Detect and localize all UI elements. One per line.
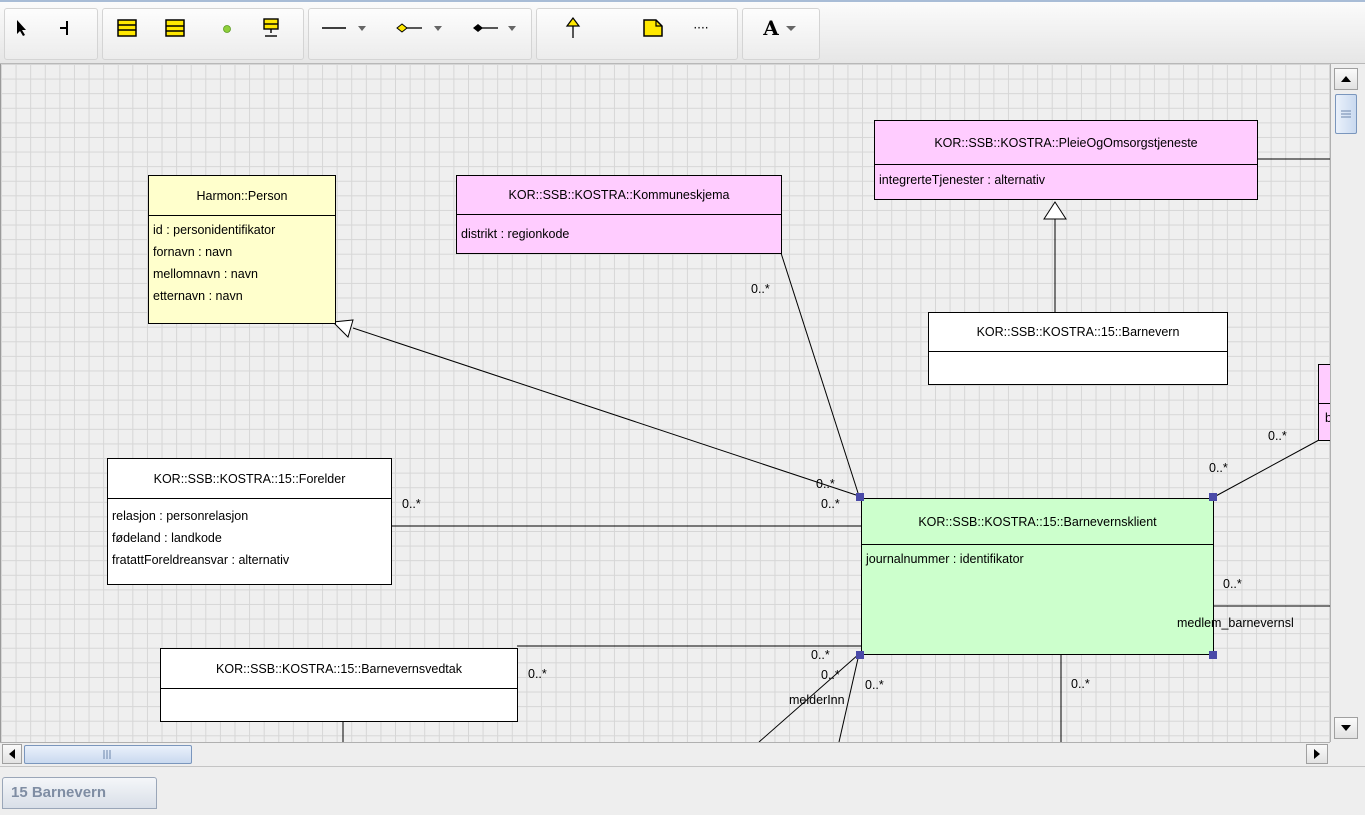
attribute: fratattForeldreansvar : alternativ — [112, 553, 290, 567]
class-title: KOR::SSB::KOSTRA::15::Barnevernsklient — [862, 499, 1213, 545]
arrow-left-icon — [9, 749, 15, 759]
arrow-down-icon — [1341, 725, 1351, 731]
selection-handle[interactable] — [1209, 651, 1217, 659]
multiplicity-label: 0..* — [821, 497, 840, 511]
association-tool-icon[interactable] — [50, 16, 80, 40]
arrow-right-icon — [1314, 749, 1320, 759]
class-barnevernsklient[interactable]: KOR::SSB::KOSTRA::15::Barnevernsklient j… — [861, 498, 1214, 655]
attribute: relasjon : personrelasjon — [112, 509, 249, 523]
attribute: mellomnavn : navn — [153, 267, 258, 281]
class-attributes: relasjon : personrelasjon fødeland : lan… — [108, 499, 391, 574]
class-pleie-og-omsorgstjeneste[interactable]: KOR::SSB::KOSTRA::PleieOgOmsorgstjeneste… — [874, 120, 1258, 200]
attribute: etternavn : navn — [153, 289, 243, 303]
horizontal-scrollbar[interactable] — [0, 742, 1330, 766]
package-tool-icon[interactable] — [212, 16, 242, 40]
class-title: KOR::SSB::KOSTRA::15::Forelder — [108, 459, 391, 499]
multiplicity-label: 0..* — [528, 667, 547, 681]
generalization-arrowhead — [331, 319, 354, 338]
class-title: Harmon::Person — [149, 176, 335, 216]
selection-handle[interactable] — [856, 493, 864, 501]
scroll-down-button[interactable] — [1334, 717, 1358, 739]
diagram-canvas[interactable]: Harmon::Person id : personidentifikator … — [0, 64, 1331, 742]
role-label: medlem_barnevernsl — [1177, 616, 1294, 630]
tab-15-barnevern[interactable]: 15 Barnevern — [2, 777, 157, 809]
class-title: KOR::SSB::KOSTRA::PleieOgOmsorgstjeneste — [875, 121, 1257, 165]
multiplicity-label: 0..* — [1268, 429, 1287, 443]
multiplicity-label: 0..* — [821, 668, 840, 682]
select-arrow-icon[interactable] — [6, 16, 36, 40]
multiplicity-label: 0..* — [865, 678, 884, 692]
composition-icon[interactable] — [470, 16, 526, 40]
aggregation-icon[interactable] — [394, 16, 452, 40]
role-label: melderInn — [789, 693, 845, 707]
class-kommuneskjema[interactable]: KOR::SSB::KOSTRA::Kommuneskjema distrikt… — [456, 175, 782, 254]
attribute: journalnummer : identifikator — [866, 552, 1024, 566]
class-forelder[interactable]: KOR::SSB::KOSTRA::15::Forelder relasjon … — [107, 458, 392, 585]
selection-handle[interactable] — [856, 651, 864, 659]
line-style-icon[interactable] — [320, 16, 372, 40]
font-icon[interactable]: A — [752, 16, 808, 40]
attribute: fødeland : landkode — [112, 531, 222, 545]
multiplicity-label: 0..* — [1071, 677, 1090, 691]
scroll-left-button[interactable] — [2, 744, 22, 764]
attribute: integrerteTjenester : alternativ — [879, 173, 1046, 187]
class-attributes: id : personidentifikator fornavn : navn … — [149, 216, 335, 310]
class-barnevern[interactable]: KOR::SSB::KOSTRA::15::Barnevern — [928, 312, 1228, 385]
multiplicity-label: 0..* — [811, 648, 830, 662]
diagram-toolbar: ···· A — [0, 0, 1365, 64]
note-icon[interactable] — [638, 16, 668, 40]
class-tool-icon[interactable] — [112, 16, 142, 40]
class-title: KOR::SSB::KOSTRA::Kommuneskjema — [457, 176, 781, 215]
generalization-icon[interactable] — [558, 16, 588, 40]
attribute: id : personidentifikator — [153, 223, 276, 237]
note-link-icon[interactable]: ···· — [686, 16, 716, 40]
font-label: A — [763, 16, 779, 40]
multiplicity-label: 0..* — [816, 477, 835, 491]
vertical-scroll-thumb[interactable] — [1335, 94, 1357, 134]
diagram-tab-bar: 15 Barnevern — [0, 766, 1365, 815]
class-barnevernsvedtak[interactable]: KOR::SSB::KOSTRA::15::Barnevernsvedtak — [160, 648, 518, 722]
attribute: fornavn : navn — [153, 245, 233, 259]
class-title: KOR::SSB::KOSTRA::15::Barnevernsvedtak — [161, 649, 517, 689]
class-title: KOR::SSB::KOSTRA::15::Barnevern — [929, 313, 1227, 352]
multiplicity-label: 0..* — [402, 497, 421, 511]
class-harmon-person[interactable]: Harmon::Person id : personidentifikator … — [148, 175, 336, 324]
scroll-right-button[interactable] — [1306, 744, 1328, 764]
interface-tool-icon[interactable] — [160, 16, 190, 40]
multiplicity-label: 0..* — [1223, 577, 1242, 591]
horizontal-scroll-thumb[interactable] — [24, 745, 192, 764]
object-tool-icon[interactable] — [256, 16, 286, 40]
arrow-up-icon — [1341, 76, 1351, 82]
selection-handle[interactable] — [1209, 493, 1217, 501]
multiplicity-label: 0..* — [1209, 461, 1228, 475]
note-link-dots: ···· — [693, 21, 709, 35]
vertical-scrollbar[interactable] — [1330, 64, 1365, 742]
scroll-up-button[interactable] — [1334, 68, 1358, 90]
attribute: distrikt : regionkode — [461, 227, 570, 241]
multiplicity-label: 0..* — [751, 282, 770, 296]
